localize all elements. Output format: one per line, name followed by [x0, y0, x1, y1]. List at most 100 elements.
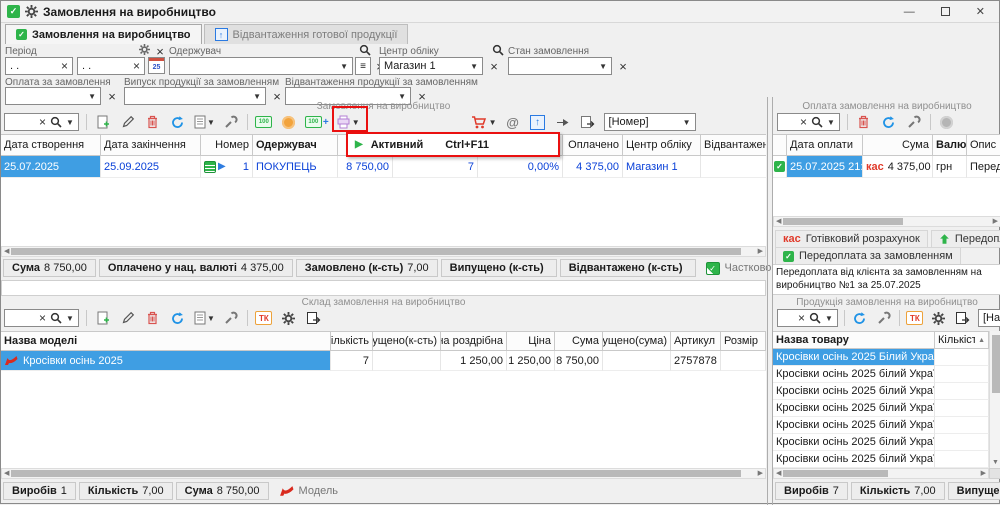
- scroll-thumb[interactable]: [783, 470, 888, 477]
- minimize-icon[interactable]: —: [904, 6, 915, 18]
- column-header[interactable]: Сума: [555, 331, 603, 351]
- cell-product-name[interactable]: Кросівки осінь 2025 білий Україна 41(р): [773, 434, 935, 451]
- date-from-clear-icon[interactable]: ×: [61, 60, 68, 72]
- refresh-button[interactable]: [851, 309, 869, 327]
- column-header[interactable]: Назва моделі: [1, 331, 331, 351]
- column-header[interactable]: Дата оплати: [787, 134, 863, 156]
- composition-hscrollbar[interactable]: ◀ ▶: [1, 468, 766, 479]
- column-header[interactable]: Кількість▲: [935, 331, 989, 349]
- products-row[interactable]: Кросівки осінь 2025 білий Україна 37(р): [773, 366, 989, 383]
- clear-icon[interactable]: ×: [39, 312, 46, 324]
- column-header[interactable]: Кількість: [331, 331, 373, 351]
- cell-sum[interactable]: 8 750,00: [555, 351, 603, 371]
- orders-hscrollbar[interactable]: ◀ ▶: [1, 246, 766, 257]
- wrench-button[interactable]: [905, 113, 923, 131]
- maximize-icon[interactable]: [941, 7, 950, 16]
- period-gear-icon[interactable]: [139, 44, 150, 55]
- export-box-button[interactable]: [305, 309, 323, 327]
- cell-product-name[interactable]: Кросівки осінь 2025 білий Україна 42(р): [773, 451, 935, 468]
- wrench-button[interactable]: [222, 113, 240, 131]
- column-header[interactable]: Дата закінчення: [101, 134, 201, 156]
- scroll-right-icon[interactable]: ▶: [758, 248, 763, 255]
- cell-released-sum[interactable]: [603, 351, 671, 371]
- scroll-thumb[interactable]: [992, 335, 1000, 393]
- cell-description[interactable]: Передоплата: [967, 156, 1000, 178]
- upload-box-button[interactable]: ↑: [529, 113, 547, 131]
- refresh-button[interactable]: [169, 113, 187, 131]
- refresh-button[interactable]: [169, 309, 187, 327]
- clear-icon[interactable]: ×: [39, 116, 46, 128]
- tab-orders[interactable]: ✓ Замовлення на виробництво: [5, 24, 202, 44]
- products-row[interactable]: Кросівки осінь 2025 білий Україна 39(р): [773, 400, 989, 417]
- delete-trash-button[interactable]: [144, 309, 162, 327]
- close-icon[interactable]: ✕: [976, 5, 985, 18]
- cell-product-name[interactable]: Кросівки осінь 2025 білий Україна 37(р): [773, 366, 935, 383]
- cell-center[interactable]: Магазин 1: [623, 156, 701, 178]
- cell-product-qty[interactable]: [935, 349, 989, 366]
- wrench-button[interactable]: [222, 309, 240, 327]
- state-search-icon[interactable]: [492, 44, 504, 56]
- products-row[interactable]: Кросівки осінь 2025 білий Україна 40(р): [773, 417, 989, 434]
- cell-product-qty[interactable]: [935, 400, 989, 417]
- state-combo[interactable]: ▼: [508, 57, 612, 75]
- composition-search-input[interactable]: × ▼: [4, 309, 79, 327]
- search-icon[interactable]: [809, 312, 821, 324]
- settings-gear-icon[interactable]: [25, 5, 38, 18]
- search-icon[interactable]: [50, 116, 62, 128]
- payment-table-row[interactable]: ✓ 25.07.2025 21:... кас 4 375,00 грн Пер…: [773, 156, 1000, 178]
- column-header[interactable]: Оплачено: [563, 134, 623, 156]
- cell-released-qty[interactable]: [373, 351, 441, 371]
- gear-button[interactable]: [280, 309, 298, 327]
- cell-currency[interactable]: грн: [933, 156, 967, 178]
- cell-pay-date[interactable]: 25.07.2025 21:...: [787, 156, 863, 178]
- orders-note-box[interactable]: [1, 280, 766, 296]
- products-row[interactable]: Кросівки осінь 2025 білий Україна 38(р): [773, 383, 989, 400]
- column-header[interactable]: Центр обліку: [623, 134, 701, 156]
- email-at-button[interactable]: @: [504, 113, 522, 131]
- clear-icon[interactable]: ×: [800, 116, 807, 128]
- cell-created[interactable]: 25.07.2025: [1, 156, 101, 178]
- clipboard-button[interactable]: ▼: [194, 113, 215, 131]
- cell-receiver[interactable]: ПОКУПЕЦЬ: [253, 156, 338, 178]
- tab-shipment[interactable]: ↑ Відвантаження готової продукції: [204, 24, 409, 44]
- export-box-button[interactable]: [579, 113, 597, 131]
- cell-pay-sum[interactable]: кас 4 375,00: [863, 156, 933, 178]
- wrench-button[interactable]: [875, 309, 893, 327]
- clear-icon[interactable]: ×: [798, 312, 805, 324]
- column-header[interactable]: Випущено(к-сть): [373, 331, 441, 351]
- scroll-left-icon[interactable]: ◀: [4, 470, 9, 477]
- cell-product-name[interactable]: Кросівки осінь 2025 Білий Україна 36(р): [773, 349, 935, 366]
- cart-status-button[interactable]: ▼: [471, 113, 497, 131]
- delete-trash-button[interactable]: [855, 113, 873, 131]
- cell-model-name[interactable]: Кросівки осінь 2025: [1, 351, 331, 371]
- scroll-right-icon[interactable]: ▶: [981, 470, 986, 477]
- scroll-thumb[interactable]: [11, 248, 741, 255]
- tk-button[interactable]: ТК: [255, 309, 273, 327]
- cell-product-name[interactable]: Кросівки осінь 2025 білий Україна 38(р): [773, 383, 935, 400]
- cell-product-name[interactable]: Кросівки осінь 2025 білий Україна 40(р): [773, 417, 935, 434]
- number-filter-combo[interactable]: [Номер] ▼: [604, 113, 696, 131]
- search-icon[interactable]: [50, 312, 62, 324]
- new-document-button[interactable]: [94, 113, 112, 131]
- add-money-icon[interactable]: 100+: [305, 113, 329, 131]
- cell-price[interactable]: 1 250,00: [507, 351, 555, 371]
- state-clear-icon[interactable]: ×: [616, 59, 630, 74]
- column-header[interactable]: Номер: [201, 134, 253, 156]
- center-combo[interactable]: Магазин 1 ▼: [379, 57, 483, 75]
- receiver-combo[interactable]: ▼: [169, 57, 353, 75]
- orders-table-row[interactable]: 25.07.2025 25.09.2025 ▶ 1 ПОКУПЕЦЬ 8 750…: [1, 156, 766, 178]
- search-icon[interactable]: [811, 116, 823, 128]
- clipboard-button[interactable]: ▼: [194, 309, 215, 327]
- coin-icon[interactable]: [280, 113, 298, 131]
- export-box-button[interactable]: [954, 309, 972, 327]
- context-menu-active[interactable]: ▶ Активний Ctrl+F11: [346, 132, 560, 157]
- column-header[interactable]: Опис: [967, 134, 1000, 156]
- center-clear-icon[interactable]: ×: [487, 59, 501, 74]
- date-to-clear-icon[interactable]: ×: [133, 60, 140, 72]
- column-header[interactable]: Відвантажено (кількість): [701, 134, 766, 156]
- column-header[interactable]: Випущено(сума): [603, 331, 671, 351]
- calendar-icon[interactable]: 25: [148, 57, 165, 74]
- payment-hscrollbar[interactable]: ◀ ▶: [773, 216, 1000, 227]
- cell-number[interactable]: ▶ 1: [201, 156, 253, 178]
- vertical-splitter[interactable]: [767, 97, 768, 505]
